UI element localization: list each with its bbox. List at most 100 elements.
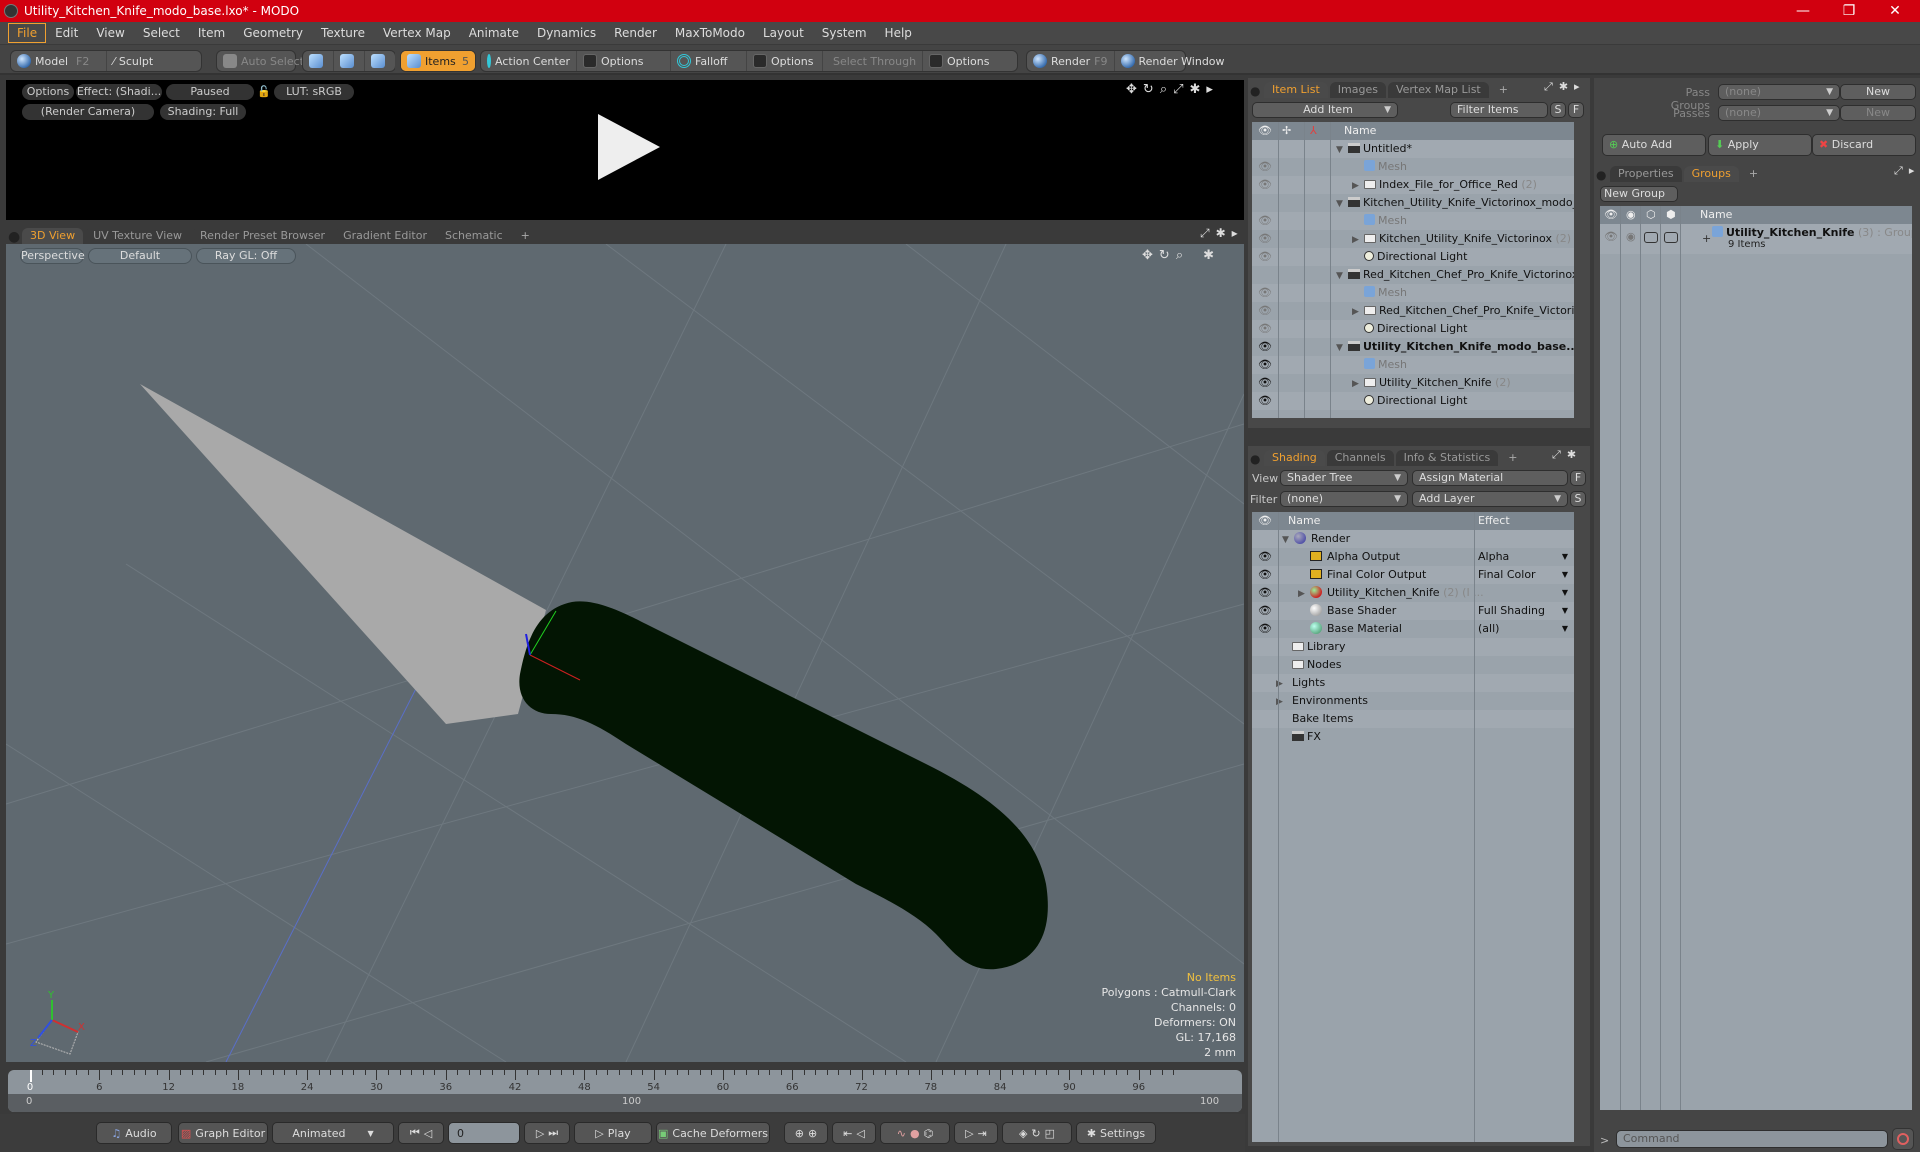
filter-s-button[interactable]: S [1550,102,1566,118]
command-input[interactable]: Command [1616,1130,1888,1148]
shader-tree-row[interactable]: 👁 ▶ Utility_Kitchen_Knife (2) (I ... ▼ [1252,584,1574,602]
close-button[interactable]: ✕ [1872,0,1918,22]
first-key-icon[interactable]: ⇤ [843,1127,852,1140]
key-curve-icon[interactable]: ∿ [897,1127,906,1140]
lut-dropdown[interactable]: LUT: sRGB [274,84,354,100]
render-effect-dropdown[interactable]: Effect: (Shadi... [76,84,162,100]
item-list-row[interactable]: 👁 Directional Light [1252,248,1574,266]
item-list-row[interactable]: 👁 Mesh [1252,356,1574,374]
tab-gradient-editor[interactable]: Gradient Editor [335,228,435,244]
tab-uv-texture-view[interactable]: UV Texture View [85,228,191,244]
visibility-toggle-icon[interactable]: 👁 [1258,548,1272,566]
item-list-row[interactable]: 👁 Directional Light [1252,392,1574,410]
add-tab-button[interactable]: + [1500,450,1525,466]
push-key-icon[interactable]: ⊕ [795,1127,804,1140]
tab-3d-view[interactable]: 3D View [22,228,84,244]
menu-file[interactable]: File [8,23,47,43]
gear-icon[interactable]: ✱ [1203,248,1214,263]
item-list-row[interactable]: 👁 ▶ Index_File_for_Office_Red (2) [1252,176,1574,194]
model-mode-button[interactable]: Model F2 [11,51,107,71]
tab-vertex-map-list[interactable]: Vertex Map List [1387,82,1489,98]
cache-deformers-button[interactable]: ▣ Cache Deformers [656,1122,770,1144]
knife-blade[interactable] [140,384,546,724]
visibility-toggle-icon[interactable]: 👁 [1258,566,1272,584]
shading-f-button[interactable]: F [1570,470,1586,486]
maximize-icon[interactable]: ⤢ [1552,448,1561,462]
prev-key-icon[interactable]: ◁ [856,1127,864,1140]
menu-item[interactable]: Item [189,23,234,43]
animated-dropdown[interactable]: Animated ▼ [272,1122,394,1144]
render-options-button[interactable]: Options [22,84,74,100]
group-row[interactable]: 👁 ◉ + Utility_Kitchen_Knife (3) : Group … [1600,224,1912,254]
current-frame-marker[interactable] [30,1070,32,1082]
select-through-button[interactable]: Select Through [823,51,923,71]
shader-tree-row[interactable]: Bake Items [1252,710,1574,728]
expand-arrow-icon[interactable]: ▸ [1232,226,1238,241]
record-icon[interactable]: ● [910,1127,920,1140]
shader-tree-row[interactable]: Library [1252,638,1574,656]
passes-dropdown[interactable]: (none) ▼ [1718,105,1840,121]
add-layer-dropdown[interactable]: Add Layer ▼ [1412,491,1568,507]
effect-value[interactable]: (all) [1478,620,1499,638]
apply-button[interactable]: ⬇ Apply [1708,134,1812,156]
tab-info-statistics[interactable]: Info & Statistics [1395,450,1499,466]
graph-editor-button[interactable]: ▨ Graph Editor [178,1122,268,1144]
item-list-row[interactable]: ▼ Untitled* [1252,140,1574,158]
prev-frame-icon[interactable]: ◁ [424,1127,432,1140]
menu-edit[interactable]: Edit [46,23,87,43]
audio-button[interactable]: ♫ Audio [96,1122,172,1144]
collapse-arrow-icon[interactable]: ▼ [1336,195,1348,213]
add-tab-button[interactable]: + [1491,82,1516,98]
tab-shading[interactable]: Shading [1264,450,1325,466]
action-center-button[interactable]: Action Center [481,51,577,71]
rotate-icon[interactable]: ↻ [1143,82,1154,97]
assign-material-button[interactable]: Assign Material [1412,470,1568,486]
falloff-button[interactable]: Falloff [671,51,747,71]
filter-dropdown[interactable]: (none) ▼ [1280,491,1408,507]
effect-value[interactable]: Full Shading [1478,602,1545,620]
item-list-row[interactable]: 👁 ▶ Kitchen_Utility_Knife_Victorinox (2) [1252,230,1574,248]
shading-s-button[interactable]: S [1570,491,1586,507]
menu-geometry[interactable]: Geometry [234,23,312,43]
falloff-options-button[interactable]: Options [747,51,823,71]
rotate-icon[interactable]: ↻ [1159,248,1170,263]
expand-arrow-icon[interactable]: ▶ [1352,303,1364,321]
render-status-button[interactable]: Paused [166,84,254,100]
maximize-icon[interactable]: ⤢ [1200,226,1210,241]
expand-arrow-icon[interactable]: ▸ [1206,82,1213,97]
shader-tree-row[interactable]: ▶ Environments [1252,692,1574,710]
item-list-row[interactable]: 👁 Directional Light [1252,320,1574,338]
visibility-toggle-icon[interactable]: 👁 [1258,230,1272,248]
menu-maxtomodo[interactable]: MaxToModo [666,23,754,43]
maximize-icon[interactable]: ⤢ [1173,82,1183,97]
visibility-toggle-icon[interactable]: 👁 [1258,248,1272,266]
gear-icon[interactable]: ✱ [1190,82,1201,97]
action-center-options-button[interactable]: Options [577,51,671,71]
3d-viewport[interactable]: Perspective Default Ray GL: Off ✥ ↻ ⌕ ✱ … [6,244,1244,1062]
menu-texture[interactable]: Texture [312,23,374,43]
effect-value[interactable]: Alpha [1478,548,1509,566]
menu-select[interactable]: Select [134,23,189,43]
expand-arrow-icon[interactable]: ▶ [1352,375,1364,393]
add-item-dropdown[interactable]: Add Item ▼ [1252,102,1398,118]
zoom-icon[interactable]: ⌕ [1160,82,1167,97]
new-group-button[interactable]: New Group [1600,186,1678,202]
tab-images[interactable]: Images [1329,82,1386,98]
menu-layout[interactable]: Layout [754,23,813,43]
collapse-arrow-icon[interactable]: ▼ [1336,339,1348,357]
add-tab-button[interactable]: + [1741,166,1766,182]
sculpt-mode-button[interactable]: ⁄ Sculpt [107,51,159,71]
knife-handle[interactable] [519,601,1048,970]
collapse-arrow-icon[interactable]: ▼ [1336,141,1348,159]
menu-view[interactable]: View [87,23,133,43]
render-window-button[interactable]: Render Window [1115,51,1231,71]
visibility-toggle-icon[interactable]: 👁 [1258,392,1272,410]
pull-key-icon[interactable]: ⊕ [808,1127,817,1140]
shading-style-dropdown[interactable]: Default [88,248,192,264]
key-loop-icon[interactable]: ↻ [1031,1127,1040,1140]
chevron-down-icon[interactable]: ▼ [1562,548,1568,566]
timeline-range-bar[interactable]: 0 100 100 [8,1094,1242,1112]
item-list-row[interactable]: 👁 Mesh [1252,284,1574,302]
expand-arrow-icon[interactable]: ▶ [1298,585,1310,603]
zoom-icon[interactable]: ⌕ [1176,248,1183,263]
